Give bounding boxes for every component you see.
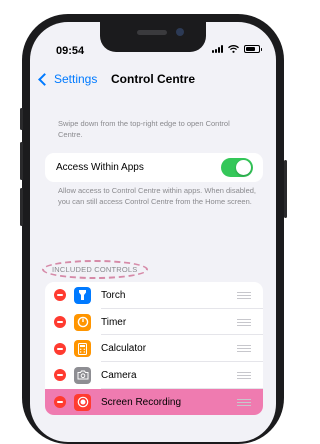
access-within-apps-footer: Allow access to Control Centre within ap… — [58, 186, 257, 206]
wifi-icon — [228, 45, 239, 53]
screen-recording-icon — [74, 393, 91, 411]
control-item-calculator: Calculator — [45, 335, 263, 363]
status-icons — [212, 45, 262, 53]
remove-timer-button[interactable] — [54, 316, 66, 329]
access-within-apps-toggle[interactable] — [221, 158, 253, 177]
cellular-signal-icon — [212, 45, 223, 53]
control-label: Timer — [101, 316, 127, 328]
front-camera — [176, 28, 184, 36]
navigation-bar: Settings Control Centre — [30, 72, 276, 96]
remove-camera-button[interactable] — [54, 369, 66, 382]
notch — [100, 22, 206, 52]
status-time: 09:54 — [56, 45, 85, 57]
toggle-knob — [236, 160, 251, 175]
page-title: Control Centre — [111, 72, 195, 86]
control-item-camera: Camera — [45, 362, 263, 389]
torch-icon — [74, 286, 91, 304]
camera-icon — [74, 366, 91, 384]
reorder-handle-icon[interactable] — [237, 370, 251, 381]
calculator-icon — [74, 340, 91, 358]
access-within-apps-row: Access Within Apps — [45, 153, 263, 182]
reorder-handle-icon[interactable] — [237, 343, 251, 354]
timer-icon — [74, 313, 91, 331]
access-within-apps-label: Access Within Apps — [56, 162, 144, 173]
control-label: Torch — [101, 289, 126, 301]
reorder-handle-icon[interactable] — [237, 317, 251, 328]
speaker-grille — [137, 30, 167, 35]
reorder-handle-icon[interactable] — [237, 397, 251, 408]
battery-icon — [244, 45, 262, 53]
remove-calculator-button[interactable] — [54, 342, 66, 355]
side-button — [20, 108, 23, 130]
control-item-screen-recording: Screen Recording — [45, 388, 263, 416]
volume-up-button — [20, 142, 23, 180]
control-label: Screen Recording — [101, 396, 182, 408]
screen: 09:54 Settings Control Centre Swipe down… — [30, 22, 276, 442]
control-label: Camera — [101, 369, 137, 381]
intro-text: Swipe down from the top-right edge to op… — [58, 119, 230, 139]
included-controls-list: Torch Timer Calculator Camera Screen Rec… — [45, 282, 263, 416]
included-controls-header: INCLUDED CONTROLS — [42, 260, 148, 279]
remove-screen-recording-button[interactable] — [54, 396, 66, 409]
control-label: Calculator — [101, 343, 147, 355]
volume-down-button — [20, 188, 23, 226]
reorder-handle-icon[interactable] — [237, 290, 251, 301]
power-button — [284, 160, 287, 218]
remove-torch-button[interactable] — [54, 289, 66, 302]
control-item-timer: Timer — [45, 309, 263, 336]
control-item-torch: Torch — [45, 282, 263, 309]
